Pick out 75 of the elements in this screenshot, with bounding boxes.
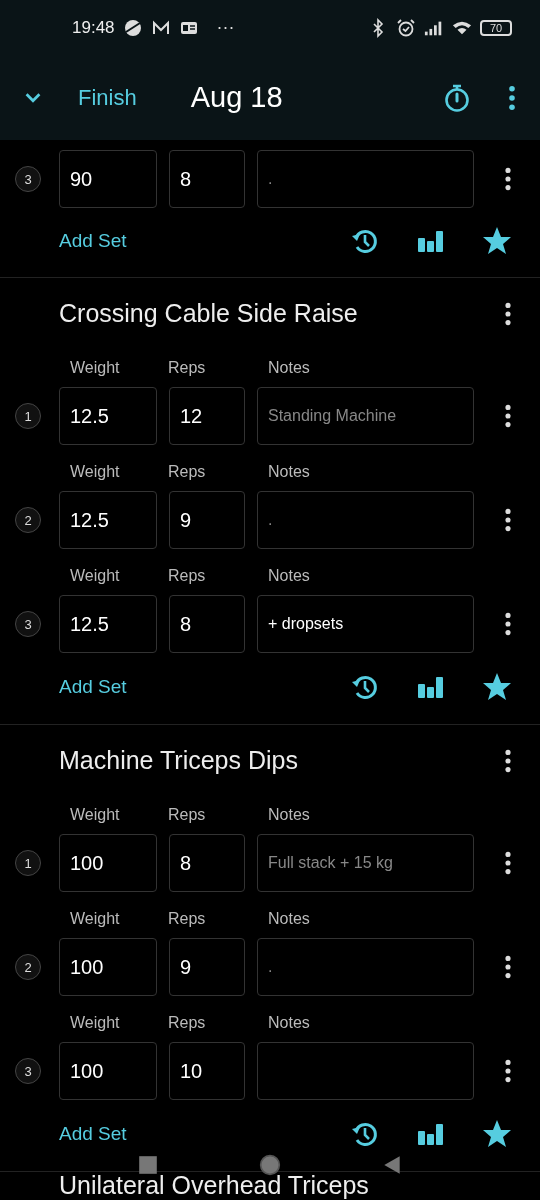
notes-field[interactable]: . xyxy=(257,938,474,996)
more-options-icon[interactable] xyxy=(504,508,512,532)
notes-field[interactable]: + dropsets xyxy=(257,595,474,653)
more-options-icon[interactable] xyxy=(504,1059,512,1083)
reps-field[interactable]: 9 xyxy=(169,938,245,996)
home-icon[interactable] xyxy=(259,1154,281,1176)
reps-label: Reps xyxy=(168,910,207,928)
weight-field[interactable]: 100 xyxy=(59,1042,157,1100)
set-number: 1 xyxy=(15,403,41,429)
weight-label: Weight xyxy=(70,567,121,585)
weight-label: Weight xyxy=(70,1014,121,1032)
weight-label: Weight xyxy=(70,463,121,481)
more-options-icon[interactable] xyxy=(504,955,512,979)
alarm-icon xyxy=(396,17,416,38)
set-number: 1 xyxy=(15,850,41,876)
add-set-button[interactable]: Add Set xyxy=(57,1120,129,1147)
more-notifications: ··· xyxy=(216,17,235,38)
notes-label: Notes xyxy=(268,1014,310,1032)
more-options-icon[interactable] xyxy=(504,301,512,326)
add-set-button[interactable]: Add Set xyxy=(57,673,129,700)
notes-label: Notes xyxy=(268,806,310,824)
weight-field[interactable]: 12.5 xyxy=(59,595,157,653)
set-number: 2 xyxy=(15,507,41,533)
weight-field[interactable]: 100 xyxy=(59,938,157,996)
star-icon[interactable] xyxy=(482,225,512,256)
weight-label: Weight xyxy=(70,359,121,377)
weight-field[interactable]: 12.5 xyxy=(59,387,157,445)
notes-label: Notes xyxy=(268,567,310,585)
notes-label: Notes xyxy=(268,359,310,377)
reps-field[interactable]: 8 xyxy=(169,150,245,208)
more-options-icon[interactable] xyxy=(508,84,516,111)
weight-field[interactable]: 100 xyxy=(59,834,157,892)
status-time: 19:48 xyxy=(72,17,115,38)
notes-label: Notes xyxy=(268,910,310,928)
exercise-name: Unilateral Overhead Triceps xyxy=(59,1172,370,1199)
exercise-name: Machine Triceps Dips xyxy=(59,746,299,775)
finish-button[interactable]: Finish xyxy=(74,80,141,115)
notes-field[interactable]: Full stack + 15 kg xyxy=(257,834,474,892)
add-set-button[interactable]: Add Set xyxy=(57,227,129,254)
reps-label: Reps xyxy=(168,359,207,377)
reps-label: Reps xyxy=(168,463,207,481)
weight-label: Weight xyxy=(70,910,121,928)
more-options-icon[interactable] xyxy=(504,851,512,875)
set-number: 3 xyxy=(15,1058,41,1084)
weight-field[interactable]: 90 xyxy=(59,150,157,208)
star-icon[interactable] xyxy=(482,1118,512,1149)
exercise-name: Crossing Cable Side Raise xyxy=(59,299,359,328)
reps-field[interactable]: 10 xyxy=(169,1042,245,1100)
notes-field[interactable]: . xyxy=(257,491,474,549)
weight-label: Weight xyxy=(70,806,121,824)
more-options-icon[interactable] xyxy=(504,167,512,191)
recents-icon[interactable] xyxy=(137,1154,159,1176)
reps-field[interactable]: 8 xyxy=(169,595,245,653)
weight-field[interactable]: 12.5 xyxy=(59,491,157,549)
battery-level: 70 xyxy=(489,21,503,34)
reps-field[interactable]: 9 xyxy=(169,491,245,549)
set-number: 3 xyxy=(15,166,41,192)
set-number: 2 xyxy=(15,954,41,980)
workout-date: Aug 18 xyxy=(190,81,283,114)
stopwatch-icon[interactable] xyxy=(442,82,472,113)
more-options-icon[interactable] xyxy=(504,404,512,428)
reps-label: Reps xyxy=(168,567,207,585)
star-icon[interactable] xyxy=(482,671,512,702)
reps-label: Reps xyxy=(168,1014,207,1032)
planet-icon xyxy=(122,17,143,38)
notes-field[interactable]: Standing Machine xyxy=(257,387,474,445)
reps-field[interactable]: 12 xyxy=(169,387,245,445)
notes-label: Notes xyxy=(268,463,310,481)
reps-field[interactable]: 8 xyxy=(169,834,245,892)
notes-field[interactable]: . xyxy=(257,150,474,208)
more-options-icon[interactable] xyxy=(504,748,512,773)
reps-label: Reps xyxy=(168,806,207,824)
set-number: 3 xyxy=(15,611,41,637)
notes-field[interactable] xyxy=(257,1042,474,1100)
more-options-icon[interactable] xyxy=(504,612,512,636)
